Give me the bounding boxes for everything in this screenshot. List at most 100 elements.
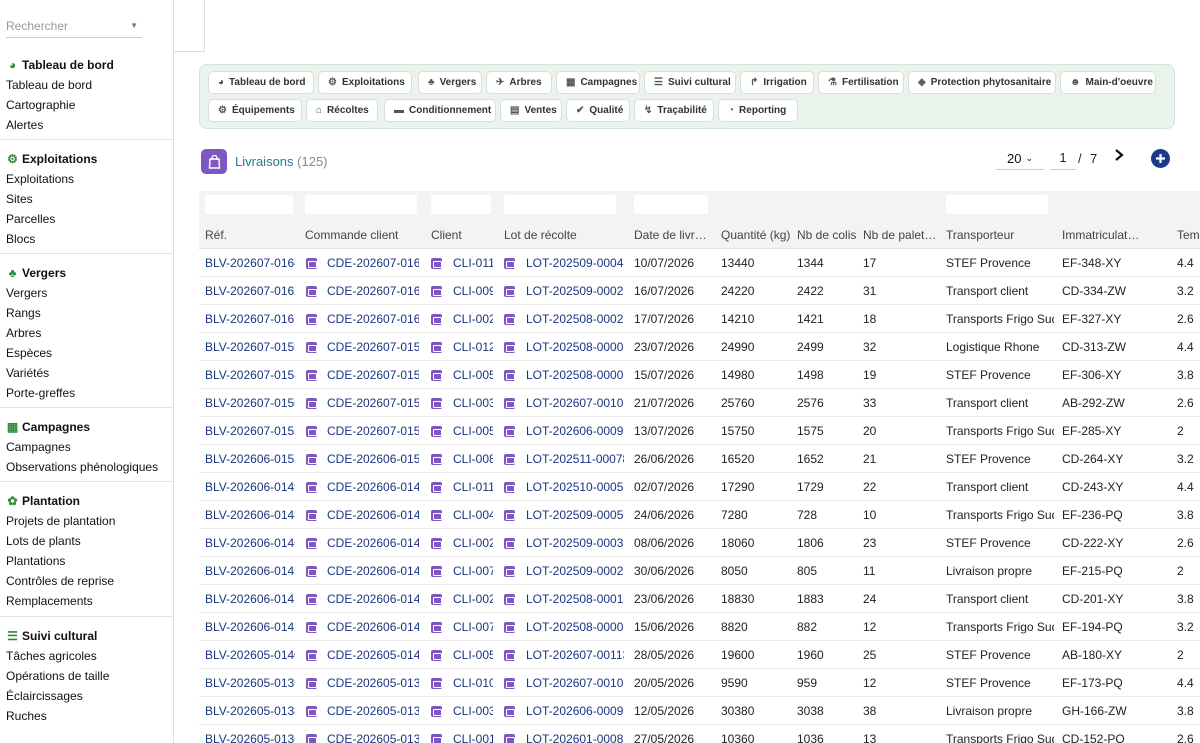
column-filter-input[interactable] xyxy=(634,195,708,214)
table-cell-link[interactable]: LOT-202508-00008 xyxy=(526,620,624,634)
sidebar-section-header[interactable]: ♣ Vergers xyxy=(0,263,173,283)
related-record-icon[interactable] xyxy=(306,286,317,297)
related-record-icon[interactable] xyxy=(306,398,317,409)
sidebar-item[interactable]: Plantations xyxy=(0,551,173,571)
table-cell-link[interactable]: CLI-002 xyxy=(453,592,493,606)
table-row[interactable]: BLV-202607-0164 CDE-202607-0164 CLI-011 LOT… xyxy=(199,249,1200,277)
related-record-icon[interactable] xyxy=(431,622,442,633)
column-header[interactable]: Température xyxy=(1177,228,1200,242)
table-cell-link[interactable]: BLV-202606-0143 xyxy=(205,592,295,606)
table-cell-link[interactable]: LOT-202509-00036 xyxy=(526,536,624,550)
sidebar-item[interactable]: Exploitations xyxy=(0,169,173,189)
related-record-icon[interactable] xyxy=(431,706,442,717)
table-row[interactable]: BLV-202607-0156 CDE-202607-0156 CLI-003 LOT… xyxy=(199,389,1200,417)
table-cell-link[interactable]: CDE-202606-0149 xyxy=(327,480,419,494)
table-cell-link[interactable]: BLV-202607-0158 xyxy=(205,368,295,382)
sidebar-section-header[interactable]: ☰ Suivi cultural xyxy=(0,626,173,646)
table-cell-link[interactable]: CLI-005 xyxy=(453,424,493,438)
table-cell-link[interactable]: BLV-202606-0152 xyxy=(205,452,295,466)
related-record-icon[interactable] xyxy=(306,510,317,521)
module-button[interactable]: ✔ Qualité xyxy=(566,99,630,122)
table-cell-link[interactable]: CDE-202606-0142 xyxy=(327,620,419,634)
column-header[interactable]: Date de livraison xyxy=(634,228,710,242)
related-record-icon[interactable] xyxy=(504,650,515,661)
table-cell-link[interactable]: CDE-202607-0159 xyxy=(327,340,419,354)
table-cell-link[interactable]: LOT-202508-00008 xyxy=(526,340,624,354)
table-cell-link[interactable]: CDE-202607-0161 xyxy=(327,312,419,326)
module-button[interactable]: ◕ Tableau de bord xyxy=(208,71,314,94)
sidebar-item[interactable]: Lots de plants xyxy=(0,531,173,551)
module-button[interactable]: ↱ Irrigation xyxy=(740,71,814,94)
related-record-icon[interactable] xyxy=(306,342,317,353)
table-row[interactable]: BLV-202605-0140 CDE-202605-0140 CLI-005 LOT… xyxy=(199,641,1200,669)
sidebar-item[interactable]: Parcelles xyxy=(0,209,173,229)
related-record-icon[interactable] xyxy=(504,426,515,437)
sidebar-section-header[interactable]: ⚙ Exploitations xyxy=(0,149,173,169)
table-cell-link[interactable]: CLI-003 xyxy=(453,704,493,718)
table-cell-link[interactable]: BLV-202606-0145 xyxy=(205,564,295,578)
table-cell-link[interactable]: LOT-202509-00029 xyxy=(526,284,624,298)
related-record-icon[interactable] xyxy=(504,678,515,689)
sidebar-item[interactable]: Tableau de bord xyxy=(0,75,173,95)
dropdown-arrow-icon[interactable]: ▼ xyxy=(130,21,138,30)
table-cell-link[interactable]: LOT-202601-00085 xyxy=(526,732,624,743)
sidebar-item[interactable]: Cartographie xyxy=(0,95,173,115)
table-cell-link[interactable]: CLI-001 xyxy=(453,732,493,743)
column-header[interactable]: Immatriculation xyxy=(1062,228,1140,242)
table-cell-link[interactable]: CLI-007 xyxy=(453,620,493,634)
related-record-icon[interactable] xyxy=(431,510,442,521)
column-header[interactable]: Lot de récolte xyxy=(504,228,624,242)
related-record-icon[interactable] xyxy=(504,342,515,353)
table-cell-link[interactable]: LOT-202508-00022 xyxy=(526,312,624,326)
related-record-icon[interactable] xyxy=(306,594,317,605)
sidebar-item[interactable]: Espèces xyxy=(0,343,173,363)
sidebar-item[interactable]: Vergers xyxy=(0,283,173,303)
table-cell-link[interactable]: CLI-007 xyxy=(453,564,493,578)
sidebar-item[interactable]: Opérations de taille xyxy=(0,666,173,686)
related-record-icon[interactable] xyxy=(431,734,442,743)
column-filter-input[interactable] xyxy=(205,195,293,214)
related-record-icon[interactable] xyxy=(504,510,515,521)
table-cell-link[interactable]: LOT-202508-00001 xyxy=(526,368,624,382)
table-cell-link[interactable]: LOT-202508-00015 xyxy=(526,592,624,606)
related-record-icon[interactable] xyxy=(431,454,442,465)
module-button[interactable]: ◈ Protection phytosanitaire xyxy=(908,71,1056,94)
table-row[interactable]: BLV-202606-0145 CDE-202606-0145 CLI-007 LOT… xyxy=(199,557,1200,585)
table-cell-link[interactable]: BLV-202607-0156 xyxy=(205,396,295,410)
related-record-icon[interactable] xyxy=(431,398,442,409)
related-record-icon[interactable] xyxy=(431,566,442,577)
column-header[interactable]: Quantité (kg) xyxy=(721,228,791,242)
table-row[interactable]: BLV-202605-0139 CDE-202605-0139 CLI-010 LOT… xyxy=(199,669,1200,697)
sidebar-item[interactable]: Tâches agricoles xyxy=(0,646,173,666)
table-cell-link[interactable]: CLI-009 xyxy=(453,284,493,298)
related-record-icon[interactable] xyxy=(306,482,317,493)
related-record-icon[interactable] xyxy=(504,622,515,633)
related-record-icon[interactable] xyxy=(431,538,442,549)
table-cell-link[interactable]: CDE-202607-0164 xyxy=(327,256,419,270)
table-row[interactable]: BLV-202607-0161 CDE-202607-0161 CLI-002 LOT… xyxy=(199,305,1200,333)
related-record-icon[interactable] xyxy=(306,370,317,381)
table-cell-link[interactable]: CDE-202607-0155 xyxy=(327,424,419,438)
sidebar-section-header[interactable]: ▦ Campagnes xyxy=(0,417,173,437)
related-record-icon[interactable] xyxy=(504,706,515,717)
column-filter-input[interactable] xyxy=(504,195,616,214)
table-cell-link[interactable]: CLI-004 xyxy=(453,508,493,522)
sidebar-item[interactable]: Rangs xyxy=(0,303,173,323)
table-cell-link[interactable]: CDE-202606-0145 xyxy=(327,564,419,578)
sidebar-item[interactable]: Alertes xyxy=(0,115,173,135)
table-cell-link[interactable]: BLV-202607-0164 xyxy=(205,256,295,270)
module-button[interactable]: ☰ Suivi cultural xyxy=(644,71,736,94)
table-cell-link[interactable]: BLV-202605-0140 xyxy=(205,648,295,662)
table-row[interactable]: BLV-202606-0148 CDE-202606-0148 CLI-004 LOT… xyxy=(199,501,1200,529)
table-cell-link[interactable]: CDE-202605-0138 xyxy=(327,704,419,718)
sidebar-item[interactable]: Contrôles de reprise xyxy=(0,571,173,591)
sidebar-item[interactable]: Sites xyxy=(0,189,173,209)
table-cell-link[interactable]: CLI-002 xyxy=(453,312,493,326)
related-record-icon[interactable] xyxy=(504,454,515,465)
module-button[interactable]: ↯ Traçabilité xyxy=(634,99,714,122)
table-cell-link[interactable]: CDE-202605-0136 xyxy=(327,732,419,743)
related-record-icon[interactable] xyxy=(306,314,317,325)
related-record-icon[interactable] xyxy=(431,314,442,325)
related-record-icon[interactable] xyxy=(306,566,317,577)
column-filter-input[interactable] xyxy=(305,195,417,214)
